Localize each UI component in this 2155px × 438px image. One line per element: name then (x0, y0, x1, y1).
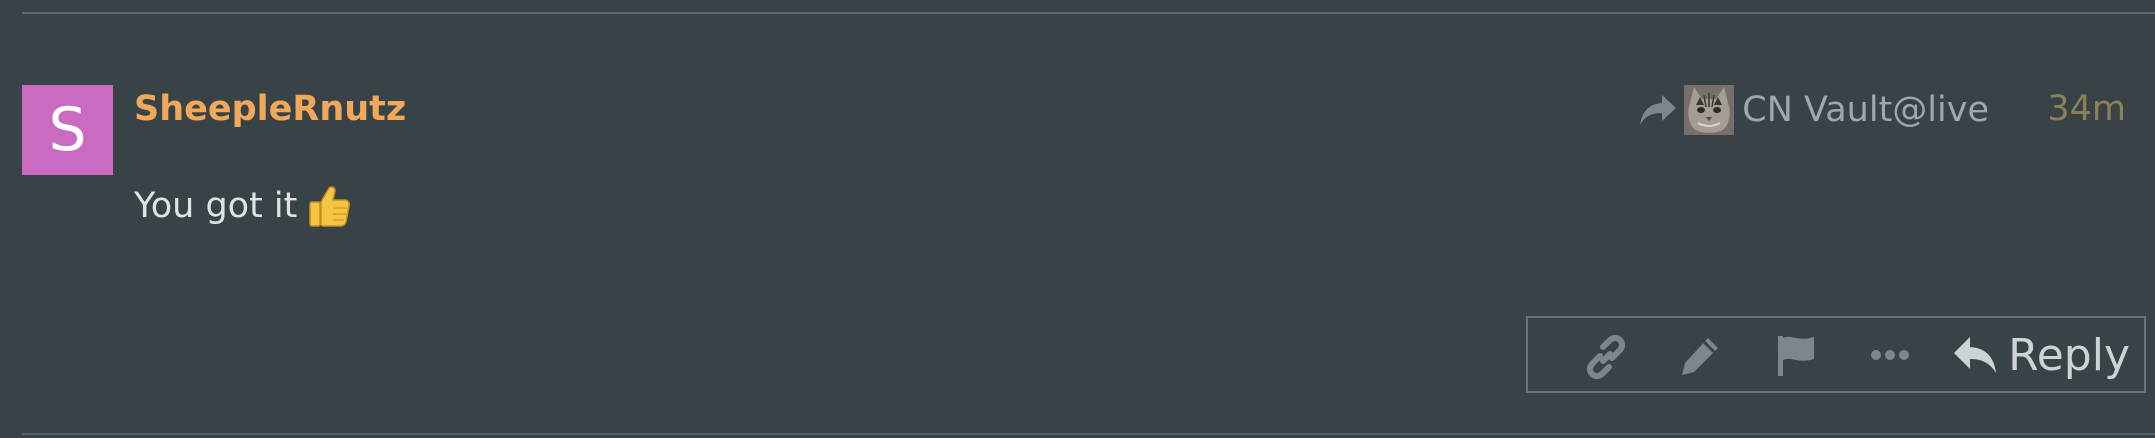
bottom-divider (22, 433, 2155, 435)
top-divider (22, 12, 2155, 14)
post-date-link[interactable]: 34m (2047, 87, 2126, 131)
post-body-text: You got it (134, 186, 298, 226)
share-arrow-icon (1640, 95, 1677, 125)
reply-to-tab[interactable]: CN Vault@live (1638, 84, 1989, 136)
reply-to-username: CN Vault@live (1742, 90, 1989, 130)
ellipsis-icon[interactable] (1868, 340, 1912, 370)
link-icon[interactable] (1583, 334, 1629, 380)
username-link[interactable]: SheepleRnutz (134, 87, 406, 131)
reply-label: Reply (2008, 329, 2130, 381)
post-body: You got it (134, 184, 351, 228)
post-controls: Reply (1526, 316, 2146, 393)
reply-to-avatar (1684, 85, 1735, 135)
pencil-icon[interactable] (1678, 334, 1722, 378)
avatar[interactable]: S (22, 85, 113, 175)
reply-arrow-icon (1954, 337, 1997, 373)
post: S SheepleRnutz CN Vault@live 34m You got… (0, 0, 2155, 438)
reply-button[interactable]: Reply (1952, 326, 2130, 384)
thumbs-up-emoji (309, 186, 351, 227)
flag-icon[interactable] (1774, 332, 1818, 378)
